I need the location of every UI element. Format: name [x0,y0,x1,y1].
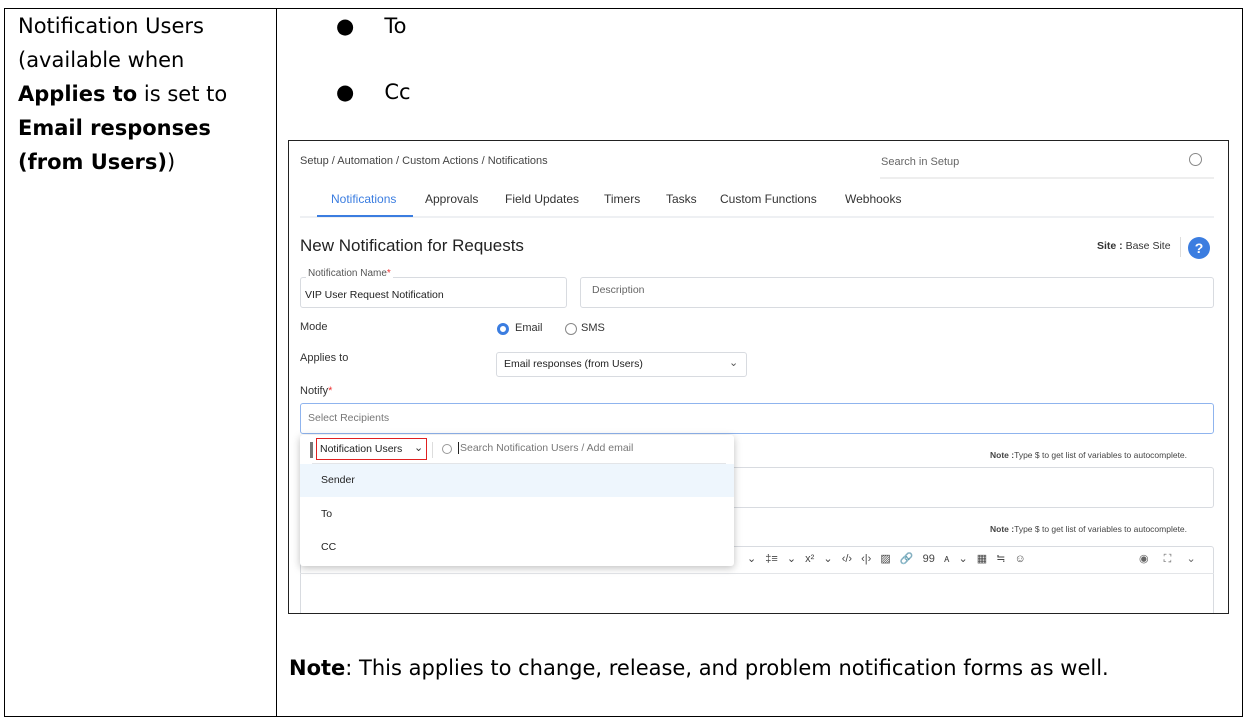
cell-text: (from Users)) [18,145,227,179]
emoji-icon[interactable]: ☺ [1015,553,1026,565]
search-icon [442,444,452,454]
radio-sms[interactable] [565,323,577,335]
superscript-icon[interactable]: x² [805,553,814,565]
mode-label: Mode [300,321,328,333]
tab-webhooks[interactable]: Webhooks [845,192,901,206]
site-value[interactable]: Base Site [1126,240,1171,252]
bold-text: (from Users) [18,150,167,174]
editor-toolbar[interactable]: ⌄ ‡≡ ⌄ x² ⌄ ‹/› ‹|› ▨ 🔗 99 ᴀ ⌄ ▦ ≒ ☺ [747,552,1026,565]
code-block-icon[interactable]: ‹|› [861,553,871,565]
label-text: Notification Name [308,268,387,279]
fullscreen-icon[interactable]: ⛶ [1164,553,1172,565]
cell-text: (available when [18,48,185,72]
user-type-select[interactable]: Notification Users ⌄ [316,438,427,460]
radio-email[interactable] [497,323,509,335]
description-placeholder: Description [592,284,645,296]
note-label: Note : [990,450,1015,460]
link-icon[interactable]: 🔗 [900,553,914,565]
chevron-down-icon[interactable]: ⌄ [787,553,796,565]
note-text: Type $ to get list of variables to autoc… [1014,450,1188,460]
editor-toolbar-right: ◉ ⛶ ⌄ [1139,552,1196,566]
recipients-placeholder: Select Recipients [308,412,390,424]
radio-sms-label: SMS [581,322,605,334]
clear-format-icon[interactable]: ≒ [996,553,1005,565]
bold-text: Email responses [18,116,211,140]
applies-to-label: Applies to [300,352,349,364]
chevron-down-icon: ⌄ [729,357,739,369]
user-placeholder-icon[interactable]: ◉ [1139,553,1149,565]
search-icon[interactable] [1189,153,1202,166]
recipients-dropdown: Notification Users ⌄ Search Notification… [300,435,734,566]
note-text: : This applies to change, release, and p… [345,656,1109,680]
help-icon[interactable]: ? [1188,237,1210,259]
bullet-item: ● Cc [336,75,411,109]
label-text: Notify [300,385,329,397]
tab-tasks[interactable]: Tasks [666,192,697,206]
chevron-down-icon: ⌄ [414,442,424,454]
applies-to-value: Email responses (from Users) [504,358,643,370]
divider [1180,237,1181,257]
user-search-input[interactable]: Search Notification Users / Add email [458,442,633,454]
search-input[interactable]: Search in Setup [881,156,959,168]
embedded-screenshot: Setup / Automation / Custom Actions / No… [288,140,1229,614]
drag-handle [310,442,313,458]
chevron-down-icon[interactable]: ⌄ [958,553,967,565]
bullet-text: Cc [384,80,411,104]
bullet-icon: ● [336,14,355,38]
bullet-item: ● To [336,9,406,43]
notification-name-label: Notification Name* [306,268,393,279]
page-title: New Notification for Requests [300,236,524,255]
active-tab-indicator [317,215,413,217]
notification-name-value: VIP User Request Notification [305,289,444,301]
bold-text: Applies to [18,82,138,106]
toolbar-divider [300,573,1214,574]
description-field[interactable] [580,277,1214,308]
notify-label: Notify* [300,385,332,397]
list-item-cc[interactable]: CC [321,541,336,553]
text: is set to [137,82,228,106]
radio-email-label: Email [515,322,543,334]
required-marker: * [386,268,391,279]
bullet-text: To [384,14,407,38]
tab-custom-functions[interactable]: Custom Functions [720,192,817,206]
user-type-value: Notification Users [320,443,403,455]
quote-icon[interactable]: 99 [923,553,935,565]
image-icon[interactable]: ▨ [880,553,890,565]
line-height-icon[interactable]: ‡≡ [765,553,778,565]
required-marker: * [328,385,333,397]
list-item-sender[interactable]: Sender [300,464,734,497]
chevron-down-icon[interactable]: ⌄ [1186,553,1195,565]
bullet-icon: ● [336,80,355,104]
cell-text: Notification Users [18,14,204,38]
tabs-divider [300,216,1214,218]
tab-field-updates[interactable]: Field Updates [505,192,579,206]
breadcrumb: Setup / Automation / Custom Actions / No… [300,155,548,167]
list-item-to[interactable]: To [321,508,332,520]
chevron-down-icon[interactable]: ⌄ [747,553,756,565]
left-cell: Notification Users (available when Appli… [18,9,227,179]
text: ) [166,150,176,174]
note-paragraph: Note: This applies to change, release, a… [289,651,1109,685]
note-label: Note : [990,524,1015,534]
search-underline [880,177,1214,179]
tab-approvals[interactable]: Approvals [425,192,478,206]
site-label: Site : [1097,240,1123,252]
list-item-label: Sender [321,474,355,486]
recipients-input[interactable] [300,403,1214,434]
tab-timers[interactable]: Timers [604,192,640,206]
table-icon[interactable]: ▦ [977,553,987,565]
font-size-icon[interactable]: ᴀ [944,553,949,565]
tab-notifications[interactable]: Notifications [331,192,396,206]
note-label: Note [289,656,346,680]
note-text: Type $ to get list of variables to autoc… [1014,524,1188,534]
cell-text: Applies to is set to [18,77,227,111]
column-divider [276,8,277,717]
code-icon[interactable]: ‹/› [842,553,852,565]
divider [432,442,433,458]
chevron-down-icon[interactable]: ⌄ [823,553,832,565]
cell-text: Email responses [18,111,227,145]
